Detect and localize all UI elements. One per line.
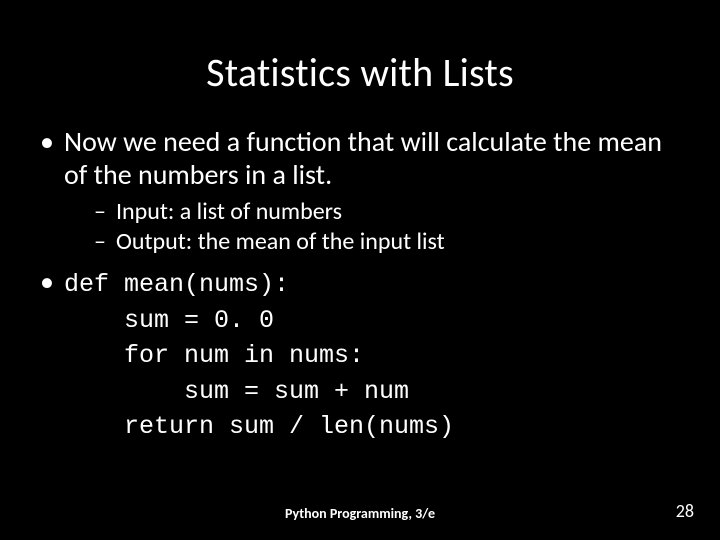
sub-bullet-1-text: Input: a list of numbers (116, 197, 342, 226)
footer-text: Python Programming, 3/e (0, 505, 720, 522)
code-block: def mean(nums): sum = 0. 0 for num in nu… (64, 270, 454, 441)
slide: Statistics with Lists Now we need a func… (0, 0, 720, 540)
page-number: 28 (676, 500, 694, 522)
slide-title: Statistics with Lists (20, 48, 700, 97)
bullet-code: def mean(nums): sum = 0. 0 for num in nu… (40, 265, 690, 443)
bullet-1-text: Now we need a function that will calcula… (64, 124, 662, 192)
sub-bullet-1: Input: a list of numbers (94, 197, 690, 227)
sub-bullet-2-text: Output: the mean of the input list (116, 227, 445, 256)
bullet-list: Now we need a function that will calcula… (20, 125, 700, 443)
sub-bullet-2: Output: the mean of the input list (94, 227, 690, 257)
bullet-1: Now we need a function that will calcula… (40, 125, 690, 257)
sub-bullet-list: Input: a list of numbers Output: the mea… (64, 197, 690, 257)
